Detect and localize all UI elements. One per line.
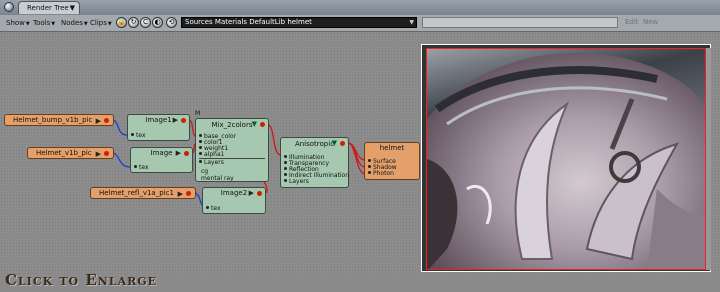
image1-node[interactable]: Image1 ▶ tex bbox=[127, 114, 190, 141]
output-port-icon[interactable] bbox=[340, 141, 345, 146]
output-port-icon[interactable] bbox=[260, 122, 265, 127]
helmet-bump-pic-node[interactable]: Helmet_bump_v1b_pic ▶ bbox=[4, 114, 114, 126]
photon-port[interactable]: Photon bbox=[368, 170, 394, 177]
image2-node[interactable]: Image2 ▶ tex bbox=[202, 187, 266, 214]
node-title: Mix_2colors bbox=[211, 121, 253, 129]
node-title: Anisotropic bbox=[294, 140, 335, 148]
helmet-material-node[interactable]: helmet Surface Shadow Photon bbox=[364, 142, 420, 180]
node-label: Helmet_bump_v1b_pic bbox=[13, 116, 93, 124]
output-port-icon[interactable] bbox=[104, 151, 109, 156]
layers-port[interactable]: Layers bbox=[199, 159, 224, 166]
expand-icon[interactable]: ▶ bbox=[96, 116, 101, 126]
node-title: helmet bbox=[379, 144, 405, 152]
output-port-icon[interactable] bbox=[186, 191, 191, 196]
wire-aniso-to-helmet-2 bbox=[347, 142, 366, 168]
node-label: Helmet_refl_v1a_pic1 bbox=[99, 189, 174, 197]
output-port-icon[interactable] bbox=[104, 118, 109, 123]
wire-pic-to-image bbox=[111, 152, 131, 168]
anisotropic-node[interactable]: Anisotropic ▼ Illumination Transparency … bbox=[280, 137, 349, 188]
collapse-icon[interactable]: ▼ bbox=[252, 120, 257, 128]
collapse-icon[interactable]: ▼ bbox=[332, 139, 337, 147]
helmet-refl-pic-node[interactable]: Helmet_refl_v1a_pic1 ▶ bbox=[90, 187, 196, 199]
expand-icon[interactable]: ▶ bbox=[96, 149, 101, 159]
expand-icon[interactable]: ▶ bbox=[176, 149, 181, 157]
helmet-render-art bbox=[427, 49, 705, 269]
helmet-pic-node[interactable]: Helmet_v1b_pic ▶ bbox=[27, 147, 114, 159]
mental-ray-label: mental ray bbox=[201, 175, 234, 182]
mix-2colors-node[interactable]: Mix_2colors ▼ base_color color1 weight1 … bbox=[195, 118, 269, 182]
click-to-enlarge-label[interactable]: Click to Enlarge bbox=[5, 271, 157, 289]
wire-aniso-to-helmet-3 bbox=[347, 142, 366, 175]
layers-port[interactable]: Layers bbox=[284, 178, 309, 185]
node-title: Image2 bbox=[220, 189, 248, 197]
output-port-icon[interactable] bbox=[181, 118, 186, 123]
mix-marker: M bbox=[195, 110, 201, 117]
tex-port[interactable]: tex bbox=[134, 164, 149, 171]
alpha1-port[interactable]: alpha1 bbox=[199, 151, 224, 158]
node-title: Image1 bbox=[145, 116, 172, 124]
image-node[interactable]: Image ▶ tex bbox=[130, 147, 193, 173]
node-label: Helmet_v1b_pic bbox=[36, 149, 92, 157]
output-port-icon[interactable] bbox=[257, 191, 262, 196]
output-port-icon[interactable] bbox=[184, 151, 189, 156]
expand-icon[interactable]: ▶ bbox=[173, 116, 178, 124]
tex-port[interactable]: tex bbox=[131, 132, 146, 139]
preview-scrollbar[interactable] bbox=[706, 48, 711, 270]
expand-icon[interactable]: ▶ bbox=[178, 189, 183, 199]
tex-port[interactable]: tex bbox=[206, 205, 221, 212]
expand-icon[interactable]: ▶ bbox=[249, 189, 254, 197]
cg-label: cg bbox=[201, 168, 209, 175]
wire-bump-to-image1 bbox=[111, 119, 128, 136]
render-preview-image[interactable] bbox=[426, 48, 706, 270]
node-title: Image bbox=[150, 149, 173, 157]
